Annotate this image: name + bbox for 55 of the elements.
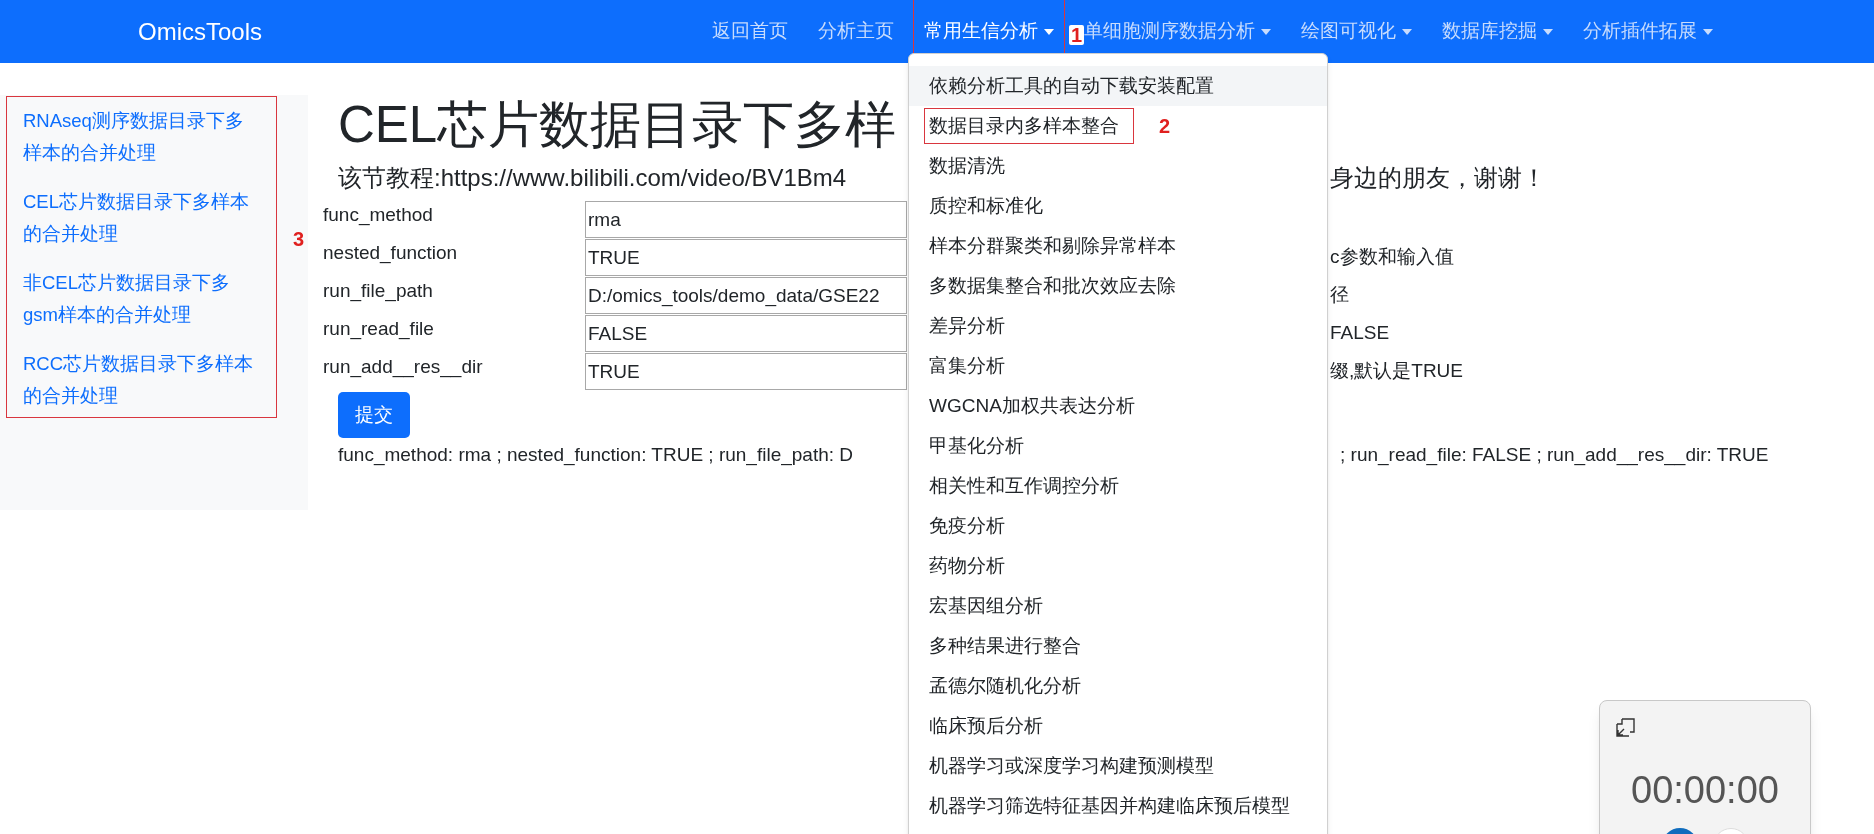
dropdown-item[interactable]: 免疫分析 xyxy=(909,506,1327,546)
result-text: ; run_read_file: FALSE ; run_add__res__dir: TRUE xyxy=(1340,442,1769,468)
field-label: nested_function xyxy=(323,241,459,266)
field-description: c参数和输入值 xyxy=(1330,245,1455,269)
subtitle-text: 身边的朋友，谢谢！ xyxy=(1330,163,1546,193)
dropdown-item[interactable]: 依赖分析工具的自动下载安装配置 xyxy=(909,66,1327,106)
field-label: run_add__res__dir xyxy=(323,355,484,380)
dropdown-item[interactable]: 质控和标准化 xyxy=(909,186,1327,226)
field-description: FALSE xyxy=(1330,321,1391,345)
dropdown-item[interactable]: 富集分析 xyxy=(909,346,1327,386)
dropdown-item[interactable]: 机器学习或深度学习构建预测模型 xyxy=(909,746,1327,786)
dropdown-item[interactable]: WGCNA加权共表达分析 xyxy=(909,386,1327,426)
input-field[interactable]: D:/omics_tools/demo_data/GSE22 xyxy=(585,277,907,314)
timer-display: 00:00:00 xyxy=(1630,771,1780,809)
caret-icon xyxy=(1261,28,1272,35)
annotation-number: 1 xyxy=(1068,25,1085,46)
field-description: 径 xyxy=(1330,283,1350,307)
caret-icon xyxy=(1402,28,1413,35)
page-title: CEL芯片数据目录下多样 xyxy=(338,95,897,155)
dropdown-item[interactable]: 甲基化分析 xyxy=(909,426,1327,466)
dropdown-item[interactable]: 宏基因组分析 xyxy=(909,586,1327,626)
input-field[interactable]: TRUE xyxy=(585,353,907,390)
compact-view-icon[interactable] xyxy=(1616,718,1635,737)
dropdown-item[interactable]: 多种结果进行整合 xyxy=(909,626,1327,666)
annotation-number: 3 xyxy=(293,229,305,249)
caret-icon xyxy=(1703,28,1714,35)
caret-icon xyxy=(1543,28,1554,35)
sidebar-link[interactable]: RCC芯片数据目录下多样本的合并处理 xyxy=(23,348,255,412)
dropdown-item[interactable]: 药物分析 xyxy=(909,546,1327,586)
dropdown-item[interactable]: 差异分析 xyxy=(909,306,1327,346)
dropdown-item[interactable]: 临床预后分析 xyxy=(909,706,1327,746)
field-label: run_file_path xyxy=(323,279,434,304)
annotation-number: 2 xyxy=(1159,116,1171,136)
dropdown-item[interactable]: 数据清洗 xyxy=(909,146,1327,186)
submit-button[interactable]: 提交 xyxy=(338,392,410,438)
dropdown-item[interactable]: 样本分群聚类和剔除异常样本 xyxy=(909,226,1327,266)
nav-menu-item[interactable]: 常用生信分析 xyxy=(916,7,1063,56)
sidebar-link[interactable]: 非CEL芯片数据目录下多gsm样本的合并处理 xyxy=(23,267,255,331)
tutorial-link-text: 该节教程:https://www.bilibili.com/video/BV1Bm4 xyxy=(338,164,847,191)
dropdown-item[interactable]: 相关性和互作调控分析 xyxy=(909,466,1327,506)
brand-logo[interactable]: OmicsTools xyxy=(138,13,263,50)
sidebar-link[interactable]: RNAseq测序数据目录下多样本的合并处理 xyxy=(23,105,255,169)
caret-icon xyxy=(1044,28,1055,35)
dropdown-item[interactable]: 孟德尔随机化分析 xyxy=(909,666,1327,706)
input-field[interactable]: TRUE xyxy=(585,239,907,276)
input-field[interactable]: FALSE xyxy=(585,315,907,352)
field-label: run_read_file xyxy=(323,317,435,342)
input-field[interactable]: rma xyxy=(585,201,907,238)
field-description: 缀,默认是TRUE xyxy=(1330,359,1464,383)
result-text: func_method: rma ; nested_function: TRUE ; run_file_path: D xyxy=(338,443,854,465)
dropdown-item[interactable]: 机器学习筛选特征基因并构建临床预后模型 xyxy=(909,786,1327,826)
sidebar-link[interactable]: CEL芯片数据目录下多样本的合并处理 xyxy=(23,186,255,250)
field-label: func_method xyxy=(323,203,434,228)
dropdown-item[interactable]: 多数据集整合和批次效应去除 xyxy=(909,266,1327,306)
dropdown-item[interactable]: 数据目录内多样本整合 2 xyxy=(909,106,1327,146)
